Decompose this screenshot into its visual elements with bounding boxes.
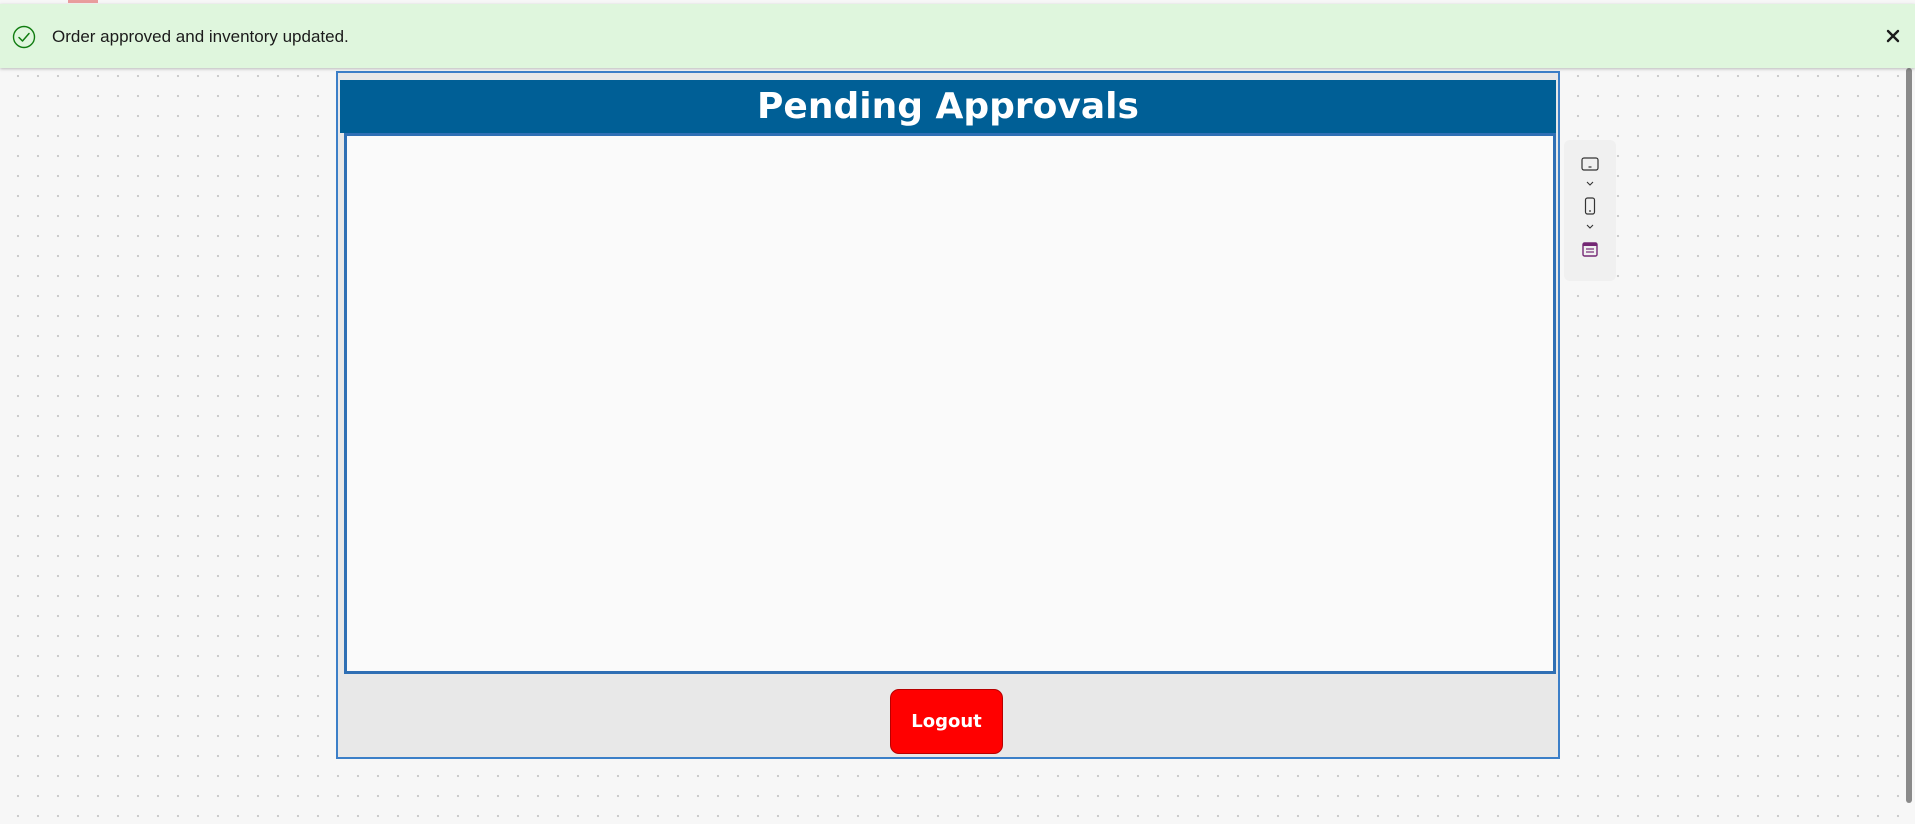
success-notification: Order approved and inventory updated. — [0, 4, 1915, 68]
success-check-icon — [12, 25, 36, 49]
page-title: Pending Approvals — [340, 80, 1556, 133]
tablet-landscape-icon[interactable] — [1580, 154, 1600, 174]
chevron-down-icon[interactable] — [1580, 174, 1600, 194]
phone-icon[interactable] — [1580, 196, 1600, 216]
approvals-gallery[interactable] — [344, 133, 1556, 674]
close-icon[interactable] — [1883, 26, 1903, 46]
app-screen: Pending Approvals Logout — [336, 71, 1560, 759]
chevron-down-icon[interactable] — [1580, 217, 1600, 237]
notification-message: Order approved and inventory updated. — [52, 27, 349, 46]
device-toolbar — [1564, 140, 1616, 281]
logout-button[interactable]: Logout — [890, 689, 1003, 754]
canvas-label-mark — [68, 0, 98, 3]
calendar-app-icon[interactable] — [1580, 239, 1600, 259]
vertical-scrollbar[interactable] — [1906, 68, 1912, 803]
